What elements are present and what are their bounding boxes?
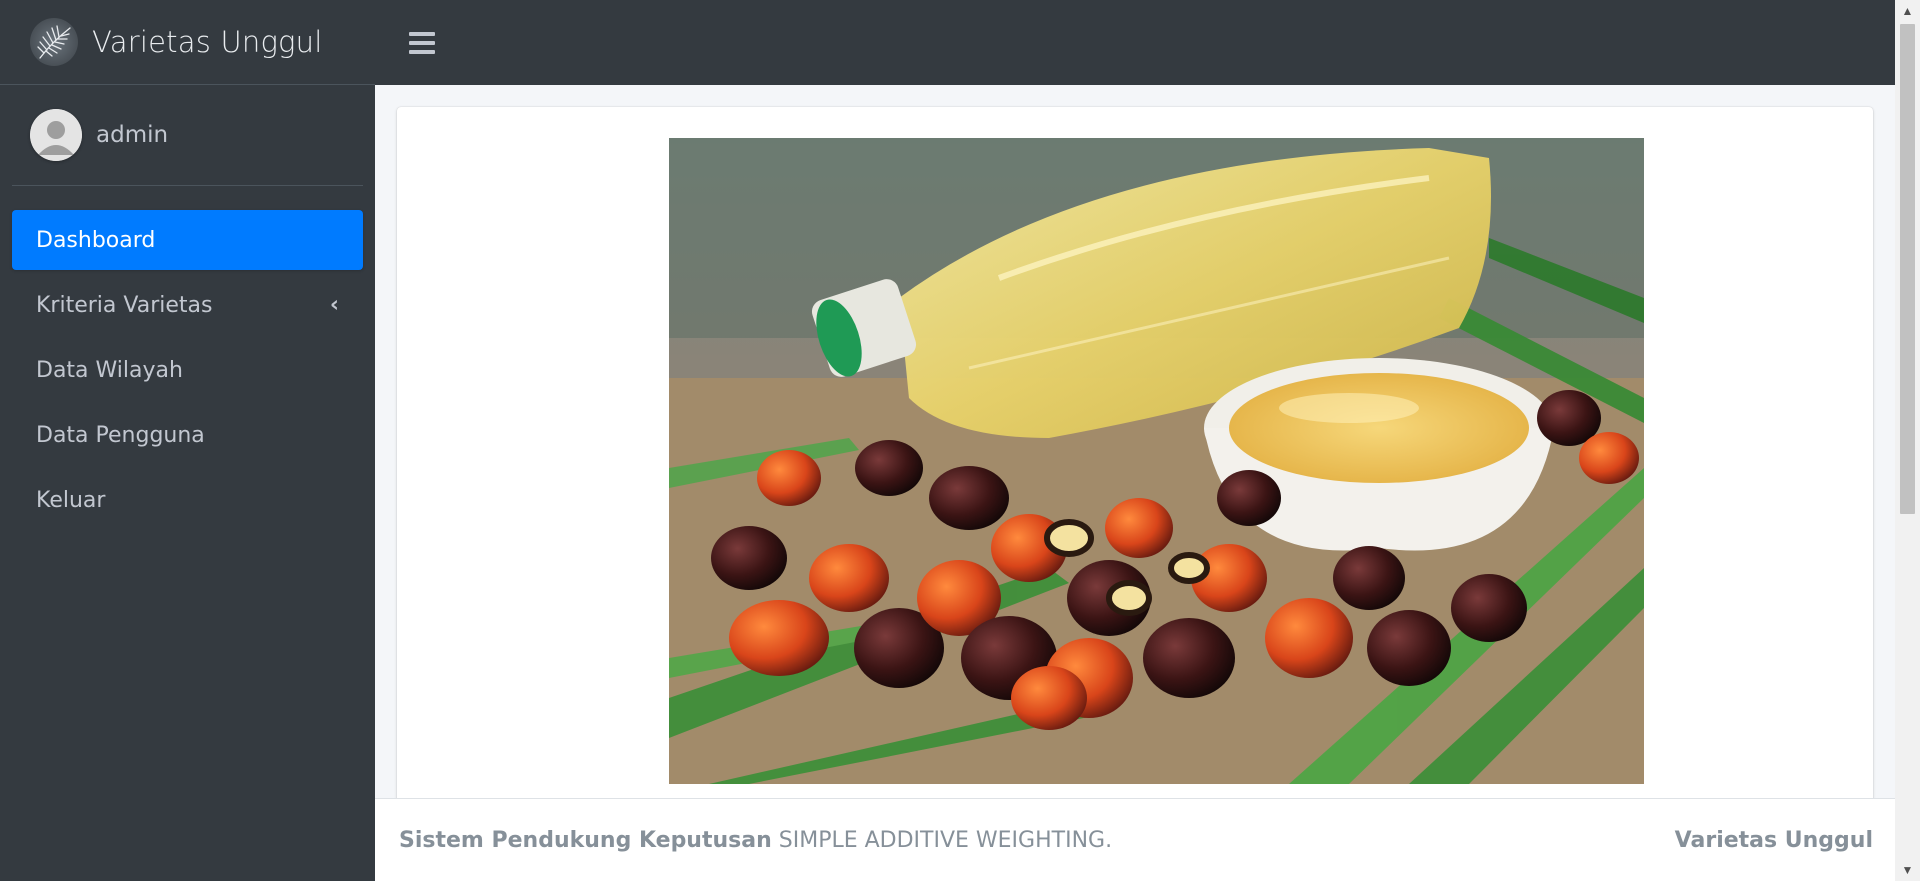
user-name: admin [96, 122, 169, 148]
user-avatar-icon [30, 109, 82, 161]
sidebar-item-data-pengguna[interactable]: Data Pengguna [12, 405, 363, 465]
scrollbar-thumb[interactable] [1900, 24, 1915, 514]
top-navbar [375, 0, 1895, 85]
brand-title: Varietas Unggul [92, 25, 323, 59]
scroll-up-icon[interactable]: ▲ [1895, 0, 1920, 22]
palm-leaf-icon [30, 18, 78, 66]
sidebar-item-keluar[interactable]: Keluar [12, 470, 363, 530]
footer-system-name: Sistem Pendukung Keputusan [399, 827, 772, 853]
footer-brand: Varietas Unggul [1674, 827, 1873, 853]
dashboard-card [397, 107, 1873, 807]
sidebar-item-label: Data Pengguna [36, 422, 205, 448]
sidebar-item-dashboard[interactable]: Dashboard [12, 210, 363, 270]
footer-left: Sistem Pendukung Keputusan SIMPLE ADDITI… [399, 828, 1112, 853]
sidebar-item-label: Dashboard [36, 227, 156, 253]
sidebar-item-label: Kriteria Varietas [36, 292, 213, 318]
sidebar-nav: Dashboard Kriteria Varietas ‹ Data Wilay… [0, 186, 375, 530]
sidebar-item-kriteria-varietas[interactable]: Kriteria Varietas ‹ [12, 275, 363, 335]
main-footer: Sistem Pendukung Keputusan SIMPLE ADDITI… [375, 798, 1895, 881]
palm-oil-hero-image [669, 138, 1644, 784]
sidebar-item-data-wilayah[interactable]: Data Wilayah [12, 340, 363, 400]
brand-link[interactable]: Varietas Unggul [0, 0, 375, 85]
footer-method: SIMPLE ADDITIVE WEIGHTING. [778, 827, 1113, 853]
chevron-left-icon: ‹ [329, 292, 339, 318]
main-sidebar: Varietas Unggul admin Dashboard Kriteria… [0, 0, 375, 881]
sidebar-item-label: Keluar [36, 487, 106, 513]
page-scrollbar[interactable]: ▲ ▼ [1895, 0, 1920, 881]
scroll-down-icon[interactable]: ▼ [1895, 859, 1920, 881]
user-panel[interactable]: admin [12, 85, 363, 186]
content-wrapper [375, 85, 1895, 807]
hamburger-menu-icon[interactable] [409, 31, 435, 54]
sidebar-item-label: Data Wilayah [36, 357, 183, 383]
